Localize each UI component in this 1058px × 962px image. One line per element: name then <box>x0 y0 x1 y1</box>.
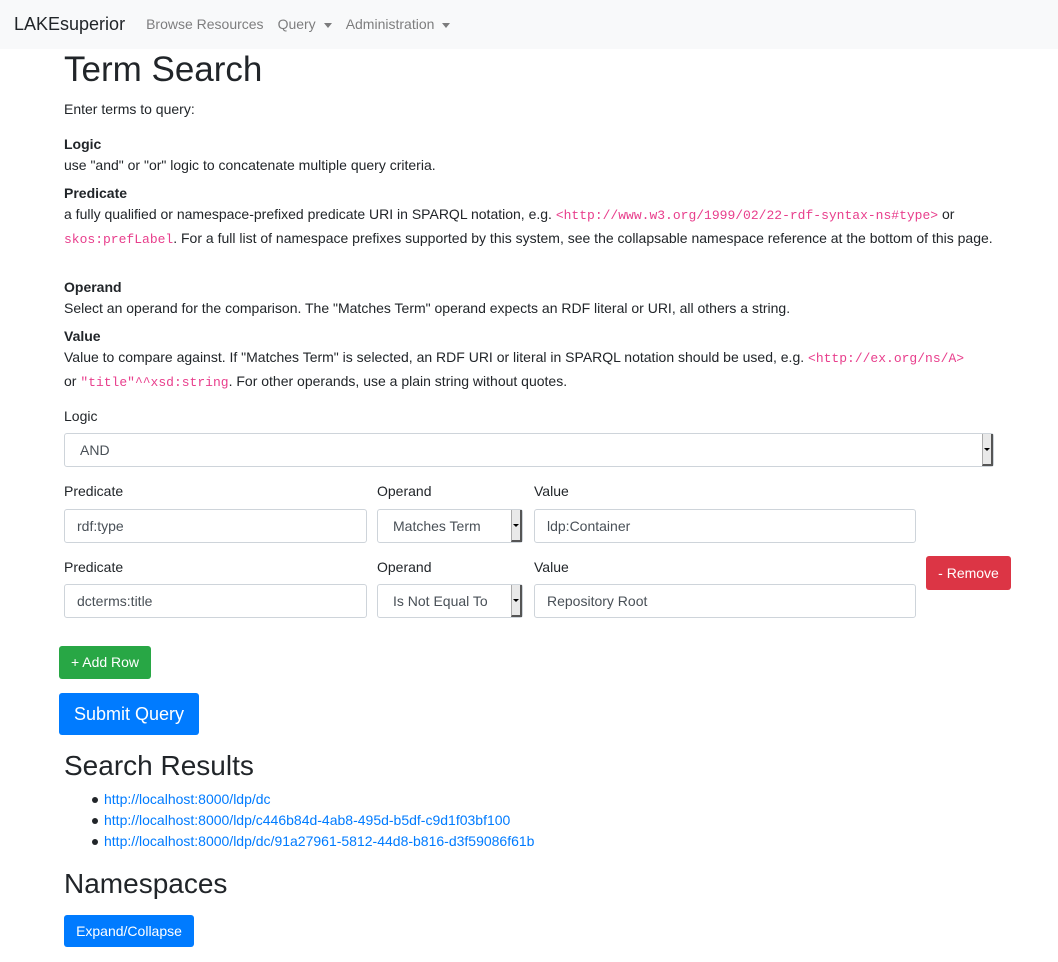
help-value-code-2: "title"^^xsd:string <box>80 375 229 390</box>
triangle-down-icon <box>513 523 519 527</box>
row2-operand-value: Is Not Equal To <box>393 592 488 609</box>
row2-predicate-value: dcterms:title <box>77 592 153 609</box>
row2-operand-select[interactable]: Is Not Equal To <box>377 584 523 618</box>
logic-select[interactable]: AND <box>64 433 994 467</box>
nav-administration-dropdown[interactable]: Administration <box>346 14 451 35</box>
help-value-text-2: or <box>64 373 81 389</box>
list-item: http://localhost:8000/ldp/dc/91a27961-58… <box>92 831 534 852</box>
triangle-down-icon <box>984 447 990 451</box>
row1-value-label: Value <box>534 483 569 499</box>
select-arrow-button[interactable] <box>511 510 522 542</box>
brand-link[interactable]: LAKEsuperior <box>14 11 125 38</box>
triangle-down-icon <box>513 598 519 602</box>
caret-down-icon <box>323 22 332 28</box>
nav-admin-label: Administration <box>345 16 435 32</box>
help-value-text-1: Value to compare against. If "Matches Te… <box>64 349 809 365</box>
help-logic-term: Logic <box>64 136 102 152</box>
nav-query-label: Query <box>277 16 316 32</box>
row1-value-input[interactable]: ldp:Container <box>534 509 916 543</box>
search-results-heading: Search Results <box>64 750 254 781</box>
help-value-desc: Value to compare against. If "Matches Te… <box>64 346 994 394</box>
submit-query-button[interactable]: Submit Query <box>59 693 199 735</box>
logic-label: Logic <box>64 408 98 424</box>
row1-operand-value: Matches Term <box>393 517 481 534</box>
select-arrow-button[interactable] <box>511 585 522 617</box>
help-predicate-text-2: or <box>938 206 955 222</box>
help-predicate-code-1: <http://www.w3.org/1999/02/22-rdf-syntax… <box>555 208 939 223</box>
row1-operand-label: Operand <box>377 483 432 499</box>
help-predicate-text-1: a fully qualified or namespace-prefixed … <box>64 206 556 222</box>
select-arrow-button[interactable] <box>982 434 993 466</box>
intro-text: Enter terms to query: <box>64 101 195 117</box>
help-value-term: Value <box>64 328 101 344</box>
row2-predicate-input[interactable]: dcterms:title <box>64 584 367 618</box>
row1-predicate-value: rdf:type <box>77 517 124 534</box>
namespaces-heading: Namespaces <box>64 868 228 899</box>
add-row-button[interactable]: + Add Row <box>59 646 151 679</box>
row2-value-label: Value <box>534 559 569 575</box>
row2-value-input[interactable]: Repository Root <box>534 584 916 618</box>
help-predicate-text-3: . For a full list of namespace prefixes … <box>173 230 993 246</box>
help-value-text-3: . For other operands, use a plain string… <box>228 373 568 389</box>
nav-browse-label: Browse Resources <box>146 16 264 32</box>
remove-row-button[interactable]: - Remove <box>926 556 1011 590</box>
help-operand-term: Operand <box>64 279 122 295</box>
nav-query-dropdown[interactable]: Query <box>278 14 332 35</box>
navbar: LAKEsuperior Browse Resources Query Admi… <box>0 0 1058 49</box>
logic-select-value: AND <box>80 441 110 458</box>
row2-operand-label: Operand <box>377 559 432 575</box>
expand-collapse-button[interactable]: Expand/Collapse <box>64 915 194 947</box>
row1-predicate-input[interactable]: rdf:type <box>64 509 367 543</box>
help-predicate-term: Predicate <box>64 185 128 201</box>
result-link[interactable]: http://localhost:8000/ldp/dc <box>104 789 271 810</box>
help-logic-desc: use "and" or "or" logic to concatenate m… <box>64 157 436 173</box>
result-link[interactable]: http://localhost:8000/ldp/dc/91a27961-58… <box>104 831 534 852</box>
help-value-code-1: <http://ex.org/ns/A> <box>808 351 965 366</box>
row1-value-text: ldp:Container <box>547 517 631 534</box>
help-predicate-code-2: skos:prefLabel <box>64 232 174 247</box>
caret-down-icon <box>442 22 451 28</box>
row2-value-text: Repository Root <box>547 592 648 609</box>
result-link[interactable]: http://localhost:8000/ldp/c446b84d-4ab8-… <box>104 810 510 831</box>
list-item: http://localhost:8000/ldp/dc <box>92 789 534 810</box>
help-operand-desc: Select an operand for the comparison. Th… <box>64 300 791 316</box>
list-item: http://localhost:8000/ldp/c446b84d-4ab8-… <box>92 810 534 831</box>
row2-predicate-label: Predicate <box>64 559 124 575</box>
help-predicate-desc: a fully qualified or namespace-prefixed … <box>64 203 994 251</box>
page-title: Term Search <box>64 50 263 89</box>
results-list: http://localhost:8000/ldp/dc http://loca… <box>92 789 534 852</box>
row1-operand-select[interactable]: Matches Term <box>377 509 523 543</box>
nav-browse-resources[interactable]: Browse Resources <box>146 14 264 35</box>
row1-predicate-label: Predicate <box>64 483 124 499</box>
